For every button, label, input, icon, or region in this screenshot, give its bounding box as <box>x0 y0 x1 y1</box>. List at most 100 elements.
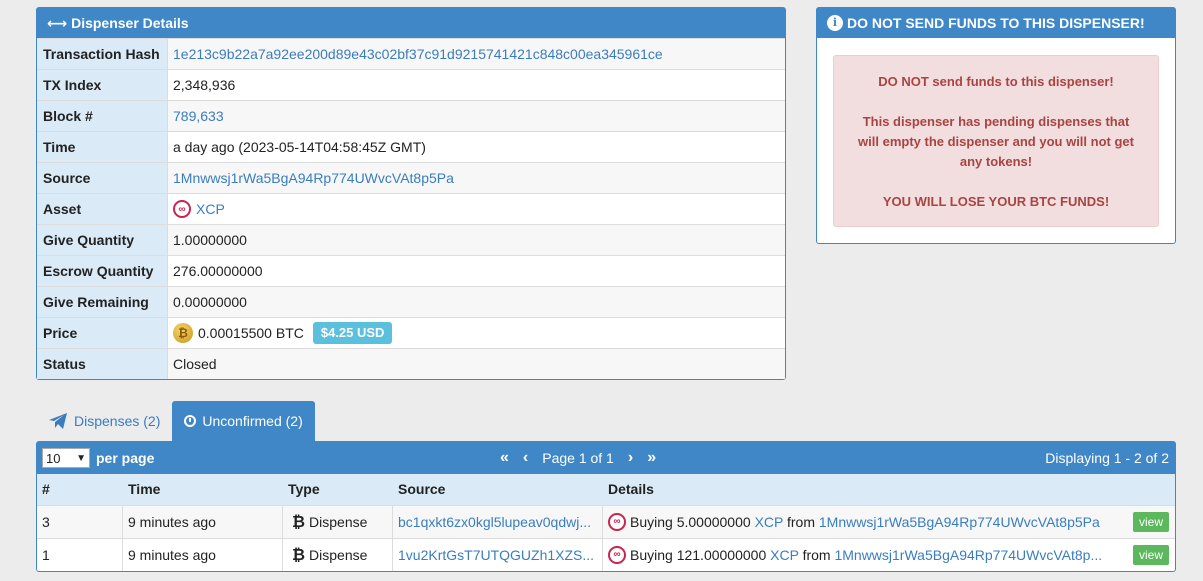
row-type: ₿ Dispense <box>283 506 393 538</box>
bitcoin-icon: ₿ <box>292 514 306 531</box>
column-header: # <box>42 481 50 497</box>
row-label: Source <box>37 163 168 193</box>
from-text: from <box>787 514 815 530</box>
source-link[interactable]: 1vu2KrtGsT7UTQGUZh1XZS... <box>398 547 594 563</box>
per-page-label: per page <box>96 450 155 466</box>
row-label: Status <box>37 349 168 379</box>
row-price: Price ₿ 0.00015500 BTC $4.25 USD <box>37 317 785 348</box>
tx-index-value: 2,348,936 <box>173 76 236 93</box>
bitcoin-icon: ₿ <box>292 547 306 564</box>
row-label: Escrow Quantity <box>37 256 168 286</box>
row-time: Time a day ago (2023-05-14T04:58:45Z GMT… <box>37 131 785 162</box>
block-link[interactable]: 789,633 <box>173 101 224 132</box>
row-label: Block # <box>37 101 168 131</box>
row-label: Give Quantity <box>37 225 168 255</box>
source-link[interactable]: bc1qxkt6zx0kgl5lupeav0qdwj... <box>398 514 591 530</box>
column-header: Type <box>288 481 320 497</box>
bitcoin-coin-icon: ₿ <box>173 323 193 343</box>
next-page-icon[interactable]: › <box>628 449 633 467</box>
xcp-asset-icon: ∞ <box>173 200 191 218</box>
row-give-remaining: Give Remaining 0.00000000 <box>37 286 785 317</box>
buying-text: Buying 121.00000000 <box>630 547 767 563</box>
asset-link[interactable]: XCP <box>196 194 225 225</box>
source-address-link[interactable]: 1Mnwwsj1rWa5BgA94Rp774UWvcVAt8p5Pa <box>173 163 454 194</box>
row-time: 9 minutes ago <box>123 539 283 571</box>
asset-link[interactable]: XCP <box>770 547 799 563</box>
type-label: Dispense <box>309 547 368 563</box>
row-label: Give Remaining <box>37 287 168 317</box>
column-header: Source <box>398 481 446 497</box>
warning-title: DO NOT SEND FUNDS TO THIS DISPENSER! <box>847 15 1145 31</box>
xcp-asset-icon: ∞ <box>608 546 626 564</box>
asset-link[interactable]: XCP <box>755 514 784 530</box>
row-transaction-hash: Transaction Hash 1e213c9b22a7a92ee200d89… <box>37 38 785 69</box>
xcp-asset-icon: ∞ <box>608 513 626 531</box>
dispenser-details-panel: ⟷ Dispenser Details Transaction Hash 1e2… <box>36 7 786 380</box>
row-details: ∞ Buying 5.00000000 XCP from 1Mnwwsj1rWa… <box>603 506 1175 538</box>
tab-label: Unconfirmed (2) <box>202 413 303 429</box>
per-page-select[interactable]: 10 ▼ <box>42 448 90 468</box>
row-number: 3 <box>37 506 123 538</box>
row-label: TX Index <box>37 70 168 100</box>
row-label: Price <box>37 318 168 348</box>
tab-label: Dispenses (2) <box>74 413 161 429</box>
warning-panel: i DO NOT SEND FUNDS TO THIS DISPENSER! D… <box>816 7 1176 244</box>
give-remaining-value: 0.00000000 <box>173 293 247 310</box>
from-text: from <box>802 547 831 563</box>
row-number: 1 <box>37 539 123 571</box>
type-label: Dispense <box>309 514 368 530</box>
table-row: 3 9 minutes ago ₿ Dispense bc1qxkt6zx0kgl… <box>37 505 1175 538</box>
info-icon: i <box>827 15 843 31</box>
arrows-horizontal-icon: ⟷ <box>47 15 68 31</box>
clock-icon <box>184 415 197 427</box>
give-quantity-value: 1.00000000 <box>173 231 247 248</box>
warning-header: i DO NOT SEND FUNDS TO THIS DISPENSER! <box>817 8 1175 38</box>
column-header: Details <box>608 481 654 497</box>
warning-alert: DO NOT send funds to this dispenser! Thi… <box>833 55 1159 227</box>
last-page-icon[interactable]: » <box>647 449 656 467</box>
row-label: Asset <box>37 194 168 224</box>
row-escrow-quantity: Escrow Quantity 276.00000000 <box>37 255 785 286</box>
tx-hash-link[interactable]: 1e213c9b22a7a92ee200d89e43c02bf37c91d921… <box>173 39 663 70</box>
warning-line-3: YOU WILL LOSE YOUR BTC FUNDS! <box>882 194 1110 209</box>
tab-bar: Dispenses (2) Unconfirmed (2) <box>36 401 315 441</box>
list-toolbar: 10 ▼ per page « ‹ Page 1 of 1 › » Displa… <box>37 442 1175 474</box>
warning-line-1: DO NOT send funds to this dispenser! <box>878 74 1114 89</box>
row-source: Source 1Mnwwsj1rWa5BgA94Rp774UWvcVAt8p5P… <box>37 162 785 193</box>
row-label: Transaction Hash <box>37 39 168 69</box>
dispenser-details-header: ⟷ Dispenser Details <box>37 8 785 38</box>
row-tx-index: TX Index 2,348,936 <box>37 69 785 100</box>
row-status: Status Closed <box>37 348 785 379</box>
status-value: Closed <box>173 355 217 372</box>
row-asset: Asset ∞ XCP <box>37 193 785 224</box>
view-button[interactable]: view <box>1132 545 1169 565</box>
column-header: Time <box>128 481 161 497</box>
price-value: 0.00015500 BTC <box>198 324 304 341</box>
row-label: Time <box>37 132 168 162</box>
prev-page-icon[interactable]: ‹ <box>523 449 528 467</box>
table-header: # Time Type Source Details <box>37 474 1175 505</box>
row-block: Block # 789,633 <box>37 100 785 131</box>
row-give-quantity: Give Quantity 1.00000000 <box>37 224 785 255</box>
address-link[interactable]: 1Mnwwsj1rWa5BgA94Rp774UWvcVAt8p5Pa <box>819 514 1100 530</box>
time-value: a day ago (2023-05-14T04:58:45Z GMT) <box>173 138 426 155</box>
usd-price-badge: $4.25 USD <box>312 322 393 344</box>
address-link[interactable]: 1Mnwwsj1rWa5BgA94Rp774UWvcVAt8p... <box>834 547 1102 563</box>
tab-dispenses[interactable]: Dispenses (2) <box>36 401 172 441</box>
panel-title: Dispenser Details <box>71 15 189 31</box>
per-page-value: 10 <box>46 450 61 466</box>
first-page-icon[interactable]: « <box>500 449 509 467</box>
view-button[interactable]: view <box>1132 512 1169 532</box>
page-indicator: Page 1 of 1 <box>542 450 614 466</box>
chevron-down-icon: ▼ <box>76 452 86 464</box>
paper-plane-icon <box>49 413 67 429</box>
warning-line-2: This dispenser has pending dispenses tha… <box>858 114 1134 169</box>
unconfirmed-list-panel: 10 ▼ per page « ‹ Page 1 of 1 › » Displa… <box>36 441 1176 572</box>
row-details: ∞ Buying 121.00000000 XCP from 1Mnwwsj1r… <box>603 539 1175 571</box>
tab-unconfirmed[interactable]: Unconfirmed (2) <box>172 401 315 441</box>
pagination: « ‹ Page 1 of 1 › » <box>500 442 656 474</box>
table-row: 1 9 minutes ago ₿ Dispense 1vu2KrtGsT7UTQ… <box>37 538 1175 571</box>
row-time: 9 minutes ago <box>123 506 283 538</box>
escrow-quantity-value: 276.00000000 <box>173 262 263 279</box>
displaying-count: Displaying 1 - 2 of 2 <box>1045 450 1169 466</box>
